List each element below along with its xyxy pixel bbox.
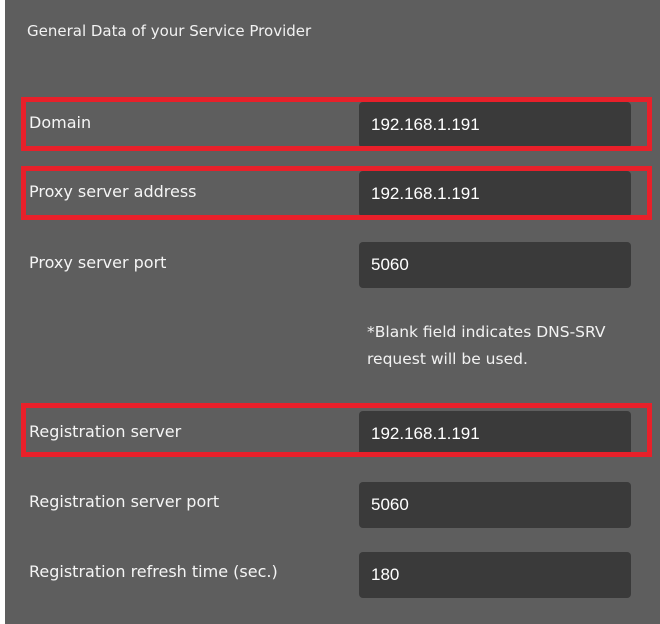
- dns-srv-note: *Blank field indicates DNS-SRV request w…: [367, 323, 606, 368]
- section-title: General Data of your Service Provider: [27, 22, 312, 40]
- registration-server-port-input[interactable]: [359, 482, 631, 528]
- domain-label: Domain: [29, 113, 92, 132]
- proxy-server-port-label: Proxy server port: [29, 253, 167, 272]
- service-provider-panel: General Data of your Service Provider Do…: [5, 0, 660, 624]
- registration-refresh-time-label: Registration refresh time (sec.): [29, 562, 278, 581]
- proxy-server-address-input[interactable]: [359, 171, 631, 217]
- domain-input[interactable]: [359, 102, 631, 148]
- registration-refresh-time-input[interactable]: [359, 552, 631, 598]
- proxy-server-address-label: Proxy server address: [29, 182, 197, 201]
- registration-server-input[interactable]: [359, 411, 631, 457]
- registration-server-port-label: Registration server port: [29, 492, 220, 511]
- proxy-server-port-input[interactable]: [359, 242, 631, 288]
- registration-server-label: Registration server: [29, 422, 182, 441]
